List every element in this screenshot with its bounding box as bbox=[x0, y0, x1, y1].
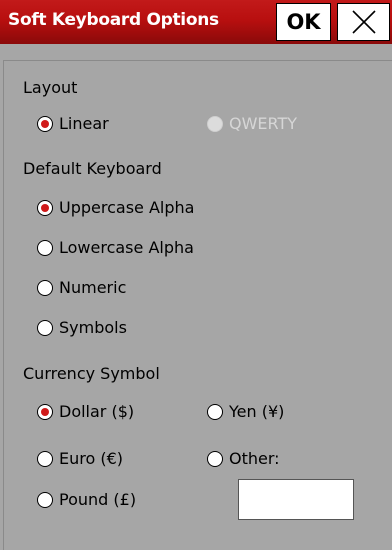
keyboard-uppercase-radio[interactable]: Uppercase Alpha bbox=[37, 198, 194, 217]
currency-other-label: Other: bbox=[229, 449, 280, 468]
currency-pound-radio[interactable]: Pound (£) bbox=[37, 490, 136, 509]
keyboard-numeric-radio[interactable]: Numeric bbox=[37, 278, 126, 297]
close-icon bbox=[351, 10, 376, 34]
currency-other-radio[interactable]: Other: bbox=[207, 449, 280, 468]
radio-unchecked-icon bbox=[37, 450, 53, 467]
options-panel bbox=[3, 60, 392, 550]
currency-euro-label: Euro (€) bbox=[59, 449, 124, 468]
keyboard-uppercase-label: Uppercase Alpha bbox=[59, 198, 195, 217]
layout-linear-radio[interactable]: Linear bbox=[37, 114, 109, 133]
keyboard-lowercase-radio[interactable]: Lowercase Alpha bbox=[37, 238, 194, 257]
currency-yen-radio[interactable]: Yen (¥) bbox=[207, 402, 284, 421]
radio-unchecked-icon bbox=[37, 319, 53, 336]
radio-unchecked-icon bbox=[37, 239, 53, 256]
radio-disabled-icon bbox=[207, 115, 223, 132]
close-button[interactable] bbox=[337, 3, 390, 41]
layout-heading: Layout bbox=[23, 78, 78, 97]
window-title: Soft Keyboard Options bbox=[8, 10, 219, 30]
ok-button[interactable]: OK bbox=[276, 3, 331, 41]
keyboard-symbols-radio[interactable]: Symbols bbox=[37, 318, 127, 337]
radio-unchecked-icon bbox=[207, 450, 223, 467]
currency-dollar-label: Dollar ($) bbox=[59, 402, 135, 421]
currency-euro-radio[interactable]: Euro (€) bbox=[37, 449, 123, 468]
currency-yen-label: Yen (¥) bbox=[229, 402, 285, 421]
default-keyboard-heading: Default Keyboard bbox=[23, 159, 162, 178]
radio-checked-icon bbox=[37, 199, 53, 216]
radio-checked-icon bbox=[37, 403, 53, 420]
currency-dollar-radio[interactable]: Dollar ($) bbox=[37, 402, 134, 421]
title-bar: Soft Keyboard Options OK bbox=[0, 0, 392, 44]
radio-unchecked-icon bbox=[207, 403, 223, 420]
keyboard-symbols-label: Symbols bbox=[59, 318, 127, 337]
layout-qwerty-radio: QWERTY bbox=[207, 114, 297, 133]
other-currency-input[interactable] bbox=[238, 479, 354, 520]
layout-linear-label: Linear bbox=[59, 114, 109, 133]
radio-checked-icon bbox=[37, 115, 53, 132]
radio-unchecked-icon bbox=[37, 279, 53, 296]
radio-unchecked-icon bbox=[37, 491, 53, 508]
keyboard-numeric-label: Numeric bbox=[59, 278, 127, 297]
layout-qwerty-label: QWERTY bbox=[229, 114, 298, 133]
currency-pound-label: Pound (£) bbox=[59, 490, 137, 509]
currency-heading: Currency Symbol bbox=[23, 364, 160, 383]
ok-button-label: OK bbox=[286, 10, 321, 34]
keyboard-lowercase-label: Lowercase Alpha bbox=[59, 238, 194, 257]
